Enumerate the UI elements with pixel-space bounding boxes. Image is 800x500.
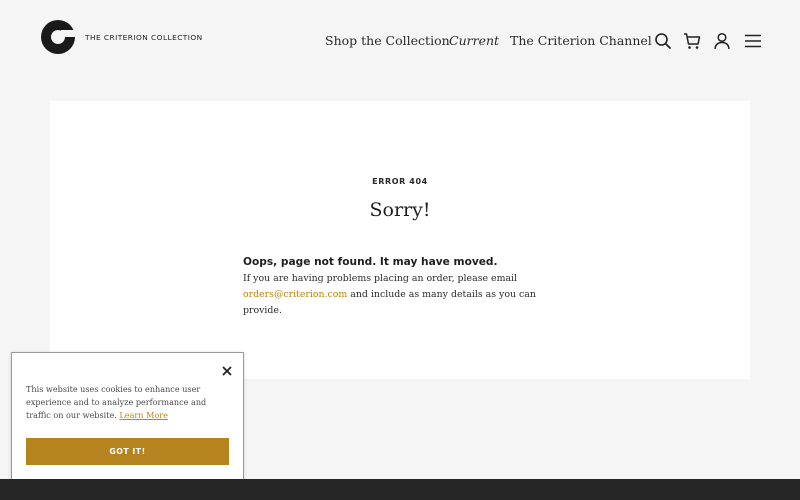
cart-button[interactable]: [682, 31, 702, 51]
account-button[interactable]: [712, 31, 732, 51]
site-header: THE CRITERION COLLECTION Shop the Collec…: [0, 0, 800, 80]
error-body: If you are having problems placing an or…: [243, 271, 573, 319]
search-button[interactable]: [653, 31, 673, 51]
error-code: ERROR 404: [372, 177, 428, 186]
brand-logo[interactable]: THE CRITERION COLLECTION: [41, 20, 203, 54]
cookie-text: This website uses cookies to enhance use…: [26, 383, 231, 423]
nav-current[interactable]: Current: [449, 33, 499, 48]
cart-icon: [684, 33, 701, 49]
nav-criterion-channel[interactable]: The Criterion Channel: [510, 33, 652, 48]
cookie-close-button[interactable]: [220, 363, 234, 377]
menu-button[interactable]: [743, 31, 763, 51]
error-body-line1: If you are having problems placing an or…: [243, 273, 518, 284]
learn-more-link[interactable]: Learn More: [119, 410, 167, 420]
email-link[interactable]: orders@criterion.com: [243, 289, 347, 300]
error-heading: Oops, page not found. It may have moved.: [243, 256, 498, 268]
nav-shop-the-collection[interactable]: Shop the Collection: [325, 33, 450, 48]
error-title: Sorry!: [369, 199, 431, 221]
cookie-banner: This website uses cookies to enhance use…: [11, 352, 244, 490]
search-icon: [655, 33, 671, 49]
site-footer: [0, 479, 800, 500]
got-it-button[interactable]: GOT IT!: [26, 438, 229, 465]
menu-icon: [745, 34, 761, 48]
error-message: Oops, page not found. It may have moved.…: [243, 256, 573, 319]
error-card: ERROR 404 Sorry! Oops, page not found. I…: [50, 101, 750, 379]
account-icon: [714, 32, 730, 50]
brand-name: THE CRITERION COLLECTION: [85, 32, 203, 42]
close-icon: [222, 366, 232, 376]
cookie-message: This website uses cookies to enhance use…: [26, 384, 207, 421]
criterion-logo-icon: [41, 20, 75, 54]
